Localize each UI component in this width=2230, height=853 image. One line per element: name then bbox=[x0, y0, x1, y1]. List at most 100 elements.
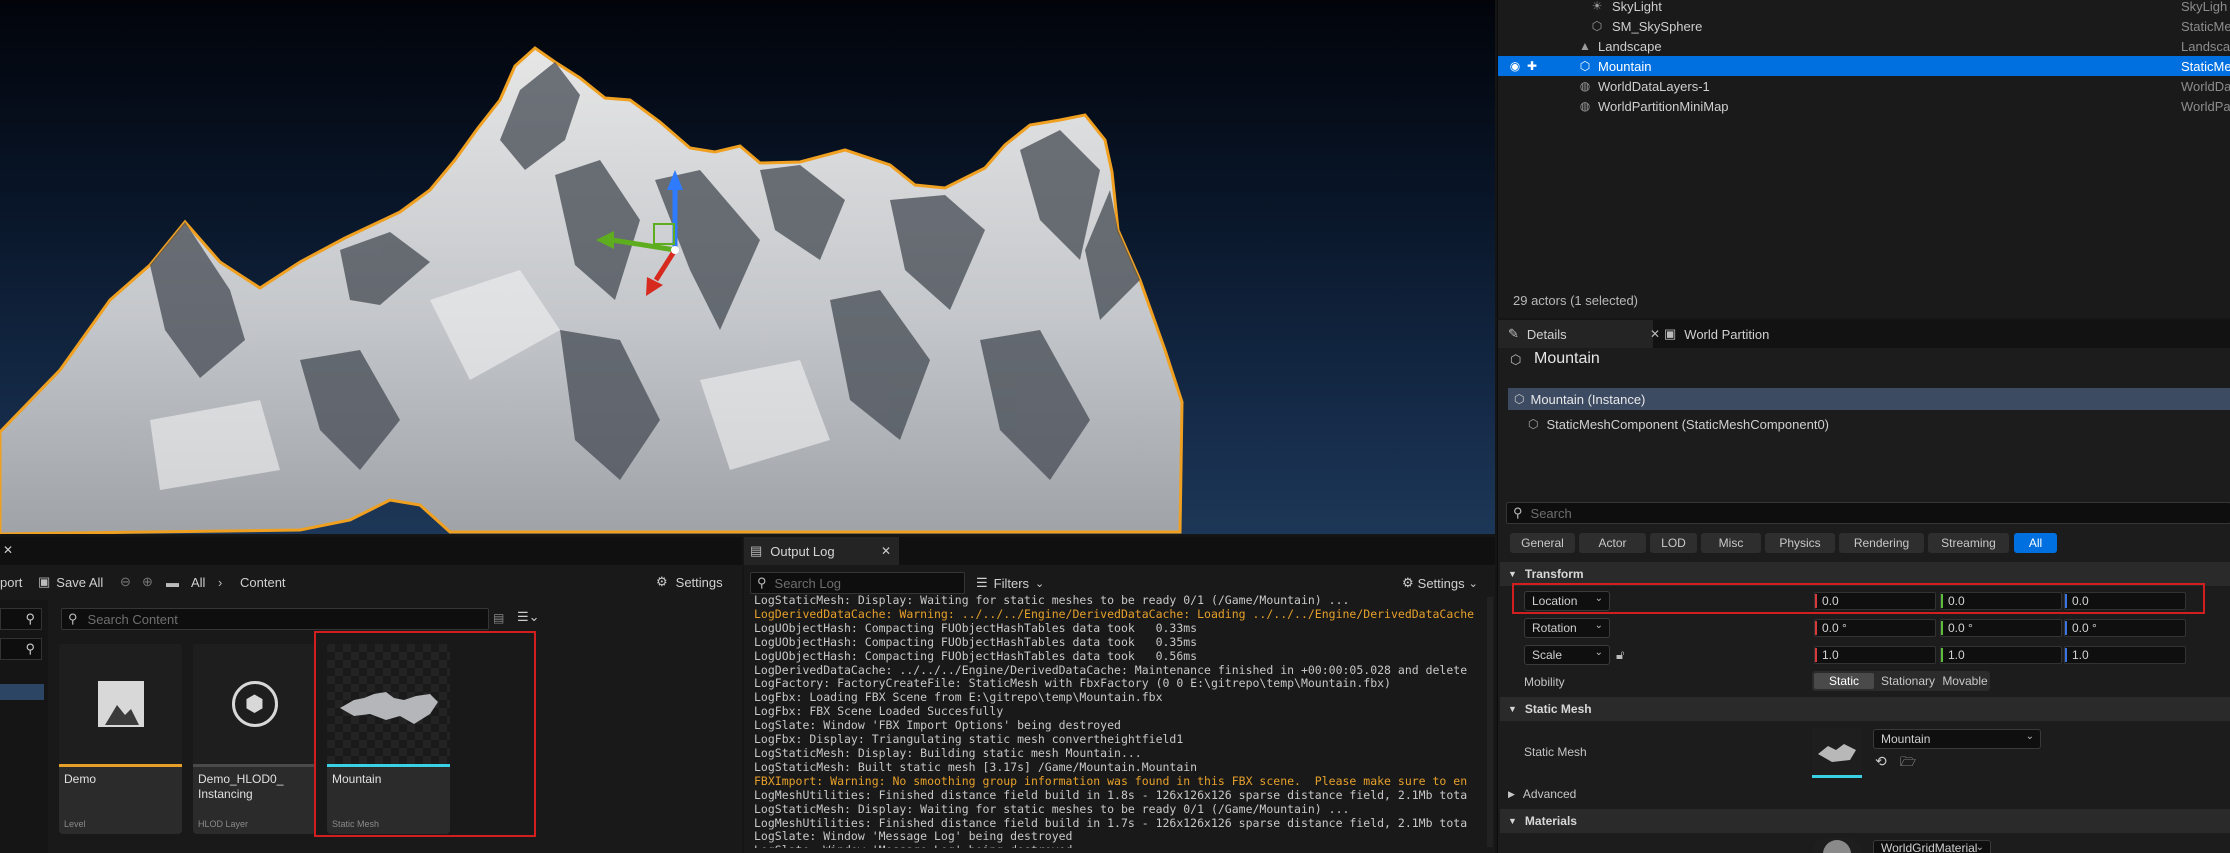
mountain-glyph-icon bbox=[104, 705, 139, 725]
component-row-instance[interactable]: ⬡ Mountain (Instance) bbox=[1508, 388, 2230, 410]
settings-label: Settings bbox=[1417, 575, 1465, 591]
close-icon[interactable]: ✕ bbox=[881, 544, 891, 558]
pin-icon[interactable]: ✚ bbox=[1525, 59, 1539, 73]
mountain-thumbnail-icon bbox=[1818, 744, 1856, 762]
filter-streaming[interactable]: Streaming bbox=[1928, 533, 2009, 553]
save-all-button[interactable]: ▣ Save All bbox=[38, 574, 103, 590]
browse-folder-icon[interactable]: 🗁︎ bbox=[1900, 753, 1916, 775]
scale-dropdown[interactable]: Scale ⌄ bbox=[1524, 645, 1610, 665]
content-browser-tab-strip: ✕ bbox=[0, 537, 742, 565]
filter-all[interactable]: All bbox=[2014, 533, 2057, 553]
scrollbar[interactable] bbox=[1487, 597, 1493, 847]
visibility-eye-icon[interactable]: ◉ bbox=[1508, 59, 1522, 73]
details-search-input[interactable]: ⚲ Search bbox=[1506, 502, 2230, 524]
outliner-row-name: WorldDataLayers-1 bbox=[1598, 78, 1710, 94]
dropdown-label: WorldGridMaterial bbox=[1881, 841, 1978, 853]
location-z-field[interactable]: 0.0 bbox=[2064, 592, 2186, 610]
rotation-z-field[interactable]: 0.0 ° bbox=[2064, 619, 2186, 637]
sources-search-button-2[interactable]: ⚲ bbox=[0, 638, 42, 660]
outliner-row-worlddatalayers[interactable]: ◍ WorldDataLayers-1 WorldDat bbox=[1498, 76, 2230, 96]
scale-y-field[interactable]: 1.0 bbox=[1940, 646, 2062, 664]
asset-type: Level bbox=[64, 819, 86, 829]
static-mesh-section-header[interactable]: ▼ Static Mesh bbox=[1500, 697, 2230, 721]
log-settings-button[interactable]: ⚙ Settings ⌄ bbox=[1402, 575, 1478, 591]
rotation-y-field[interactable]: 0.0 ° bbox=[1940, 619, 2062, 637]
dropdown-label: Location bbox=[1532, 594, 1578, 608]
scale-x-field[interactable]: 1.0 bbox=[1814, 646, 1936, 664]
settings-button[interactable]: ⚙ Settings bbox=[656, 574, 723, 590]
location-dropdown[interactable]: Location ⌄ bbox=[1524, 591, 1610, 611]
mobility-movable[interactable]: Movable bbox=[1942, 673, 1988, 689]
mobility-stationary[interactable]: Stationary bbox=[1878, 673, 1938, 689]
outliner-row-type: SkyLigh bbox=[2181, 0, 2228, 14]
location-x-field[interactable]: 0.0 bbox=[1814, 592, 1936, 610]
asset-type-bar bbox=[59, 764, 182, 767]
lock-icon[interactable]: 🔓︎ bbox=[1616, 647, 1624, 663]
scale-z-field[interactable]: 1.0 bbox=[2064, 646, 2186, 664]
path-all[interactable]: All bbox=[191, 575, 205, 590]
actor-count-status: 29 actors (1 selected) bbox=[1513, 293, 1639, 308]
output-log-panel[interactable]: ▤ Output Log ✕ ⚲ Search Log ☰ Filters ⌄ … bbox=[744, 537, 1495, 853]
filter-misc[interactable]: Misc bbox=[1701, 533, 1761, 553]
rotation-dropdown[interactable]: Rotation ⌄ bbox=[1524, 618, 1610, 638]
import-button[interactable]: port bbox=[0, 575, 22, 590]
close-icon[interactable]: ✕ bbox=[1650, 327, 1660, 341]
content-search-input[interactable]: ⚲ Search Content bbox=[61, 608, 489, 630]
location-y-field[interactable]: 0.0 bbox=[1940, 592, 2062, 610]
asset-type: HLOD Layer bbox=[198, 819, 249, 829]
component-row-staticmesh[interactable]: ⬡ StaticMeshComponent (StaticMeshCompone… bbox=[1528, 413, 1829, 435]
static-mesh-thumbnail[interactable] bbox=[1812, 728, 1862, 778]
details-tab-strip: ✎ Details ✕ ▣ World Partition bbox=[1498, 320, 2230, 348]
asset-tile-demo[interactable]: Demo Level bbox=[59, 644, 182, 834]
history-back-icon[interactable]: ⊖ bbox=[120, 574, 131, 590]
material-dropdown[interactable]: WorldGridMaterial ⌄ bbox=[1873, 840, 1991, 853]
outliner-row-type: Landscap bbox=[2181, 38, 2230, 54]
filter-physics[interactable]: Physics bbox=[1765, 533, 1835, 553]
asset-tile-mountain[interactable]: Mountain Static Mesh bbox=[327, 644, 450, 834]
static-mesh-icon: ⬡ bbox=[1591, 19, 1603, 33]
material-thumbnail[interactable] bbox=[1812, 838, 1862, 853]
outliner-row-worldpartitionminimap[interactable]: ◍ WorldPartitionMiniMap WorldPar bbox=[1498, 96, 2230, 116]
output-log-tab-strip: ▤ Output Log ✕ bbox=[744, 537, 1495, 565]
tab-output-log[interactable]: ▤ Output Log ✕ bbox=[744, 537, 899, 565]
outliner-row-landscape[interactable]: ▲ Landscape Landscap bbox=[1498, 36, 2230, 56]
level-viewport[interactable] bbox=[0, 0, 1495, 534]
tab-world-partition[interactable]: ▣ World Partition bbox=[1664, 320, 1824, 348]
filter-rendering[interactable]: Rendering bbox=[1839, 533, 1924, 553]
rotation-x-field[interactable]: 0.0 ° bbox=[1814, 619, 1936, 637]
sources-selected-folder[interactable] bbox=[0, 684, 44, 700]
filter-actor[interactable]: Actor bbox=[1579, 533, 1646, 553]
transform-section-header[interactable]: ▼ Transform bbox=[1500, 562, 2230, 586]
advanced-expander[interactable]: ▶ Advanced bbox=[1508, 786, 1576, 802]
tab-details[interactable]: ✎ Details ✕ bbox=[1498, 320, 1660, 348]
filter-icon[interactable]: ☰⌄ bbox=[517, 609, 540, 625]
static-mesh-dropdown[interactable]: Mountain ⌄ bbox=[1873, 729, 2041, 749]
section-label: Materials bbox=[1524, 814, 1577, 828]
asset-tile-demo-hlod0[interactable]: ⬢ Demo_HLOD0_ Instancing HLOD Layer bbox=[193, 644, 316, 834]
log-line: LogStaticMesh: Display: Waiting for stat… bbox=[754, 594, 1350, 607]
gear-icon: ⚙ bbox=[1402, 575, 1414, 590]
outliner-row-skylight[interactable]: ☀ SkyLight SkyLigh bbox=[1498, 0, 2230, 16]
outliner-row-mountain[interactable]: ◉ ✚ ⬡ Mountain StaticMe bbox=[1498, 56, 2230, 76]
log-output-text[interactable]: LogStaticMesh: Display: Waiting for stat… bbox=[754, 594, 1489, 848]
mobility-static[interactable]: Static bbox=[1814, 673, 1874, 689]
filter-general[interactable]: General bbox=[1510, 533, 1575, 553]
log-search-input[interactable]: ⚲ Search Log bbox=[750, 572, 965, 594]
outliner-row-name: Landscape bbox=[1598, 38, 1662, 54]
outliner-row-sm-skysphere[interactable]: ⬡ SM_SkySphere StaticMe bbox=[1498, 16, 2230, 36]
history-forward-icon[interactable]: ⊕ bbox=[142, 574, 153, 590]
path-content[interactable]: Content bbox=[240, 575, 286, 590]
materials-section-header[interactable]: ▼ Materials bbox=[1500, 809, 2230, 833]
log-line: LogUObjectHash: Compacting FUObjectHashT… bbox=[754, 620, 1198, 635]
filter-lod[interactable]: LOD bbox=[1650, 533, 1697, 553]
close-icon[interactable]: ✕ bbox=[3, 543, 13, 557]
sources-search-button[interactable]: ⚲ bbox=[0, 608, 42, 630]
browse-arrow-icon[interactable]: ⟲ bbox=[1875, 753, 1887, 770]
mountain-mesh-render[interactable] bbox=[0, 0, 1495, 534]
save-search-icon[interactable]: ▤ bbox=[493, 611, 504, 625]
world-outliner[interactable]: ☀ SkyLight SkyLigh ⬡ SM_SkySphere Static… bbox=[1497, 0, 2230, 318]
details-panel[interactable]: ✎ Details ✕ ▣ World Partition ⬡ Mountain… bbox=[1497, 320, 2230, 853]
log-line: LogMeshUtilities: Finished distance fiel… bbox=[754, 815, 1468, 830]
log-filters-button[interactable]: ☰ Filters ⌄ bbox=[976, 575, 1044, 591]
tab-label: World Partition bbox=[1684, 326, 1770, 342]
